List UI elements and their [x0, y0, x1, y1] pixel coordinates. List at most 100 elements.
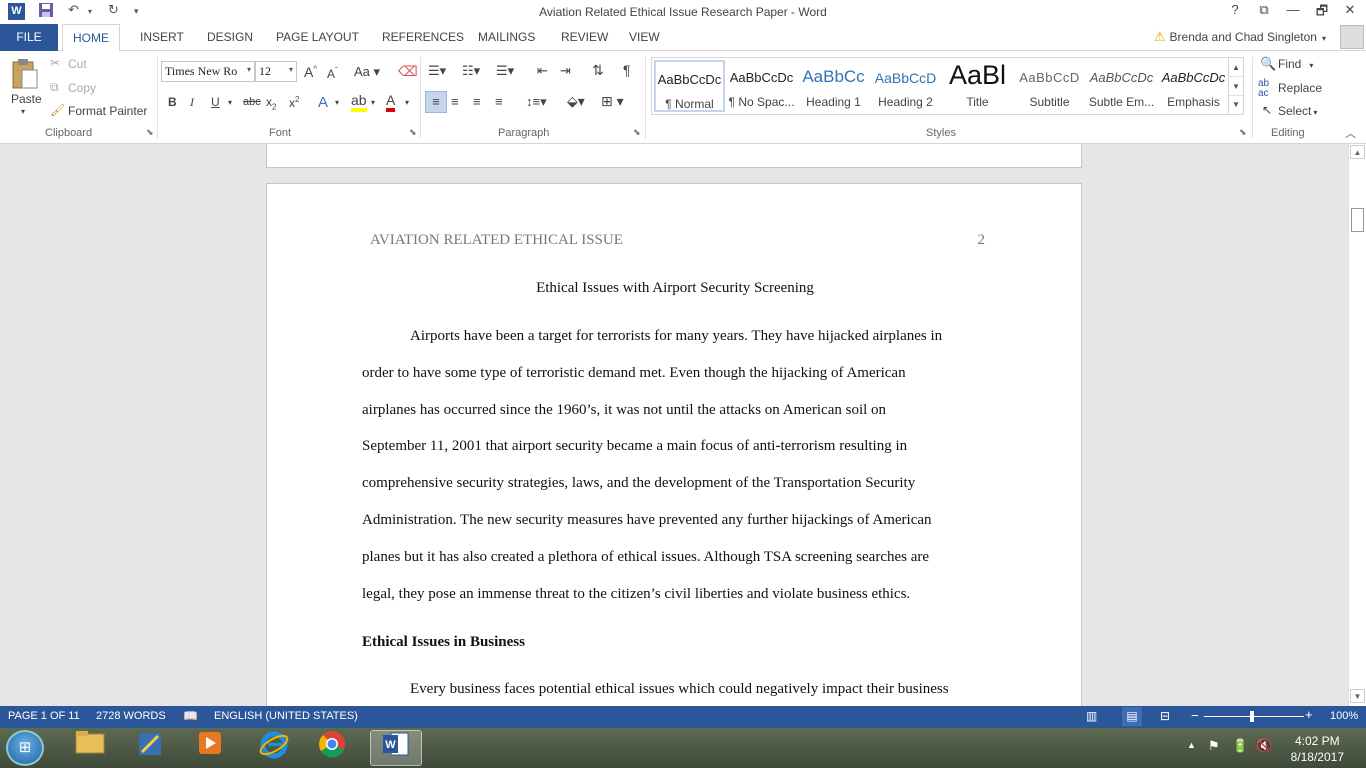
style-subtitle[interactable]: AaBbCcD Subtitle	[1014, 60, 1085, 112]
zoom-slider-thumb[interactable]	[1250, 711, 1254, 722]
tab-page-layout[interactable]: PAGE LAYOUT	[276, 30, 359, 44]
more-styles-icon[interactable]: ▼	[1229, 96, 1243, 114]
sort-icon[interactable]: ⇅	[592, 62, 604, 79]
power-icon[interactable]: 🔋	[1232, 738, 1248, 754]
file-explorer-icon[interactable]	[64, 730, 116, 766]
action-center-flag-icon[interactable]: ⚑	[1208, 738, 1220, 754]
style-title[interactable]: AaBl Title	[942, 60, 1013, 112]
style-normal[interactable]: AaBbCcDc ¶ Normal	[654, 60, 725, 112]
document-area[interactable]: AVIATION RELATED ETHICAL ISSUE 2 Ethical…	[0, 144, 1348, 706]
style-emphasis[interactable]: AaBbCcDc Emphasis	[1158, 60, 1229, 112]
zoom-slider-track[interactable]	[1204, 716, 1304, 717]
format-painter-button[interactable]: Format Painter	[68, 104, 147, 118]
shading-icon[interactable]: ⬙▾	[567, 93, 585, 110]
tab-insert[interactable]: INSERT	[140, 30, 184, 44]
paste-dropdown-icon[interactable]: ▾	[21, 107, 25, 116]
bold-button[interactable]: B	[168, 95, 177, 109]
copy-icon[interactable]: ⧉	[50, 80, 59, 95]
replace-button[interactable]: Replace	[1278, 81, 1322, 95]
styles-gallery-scroll[interactable]: ▲ ▼ ▼	[1228, 57, 1244, 115]
vertical-scrollbar[interactable]: ▲ ▼	[1348, 144, 1366, 706]
font-color-icon[interactable]: A	[386, 93, 396, 112]
select-button[interactable]: Select ▾	[1278, 104, 1317, 118]
highlight-icon[interactable]: ab	[351, 93, 367, 112]
clear-formatting-icon[interactable]: ⌫	[398, 63, 418, 80]
font-family-select[interactable]: Times New Ro ▾	[161, 61, 255, 82]
collapse-ribbon-icon[interactable]: ︿	[1345, 125, 1356, 141]
paste-button[interactable]: Paste	[11, 92, 42, 106]
grow-font-icon[interactable]: A^	[304, 64, 317, 80]
style-subtle-emphasis[interactable]: AaBbCcDc Subtle Em...	[1086, 60, 1157, 112]
scroll-down-icon[interactable]: ▼	[1350, 689, 1365, 703]
decrease-indent-icon[interactable]: ⇤	[537, 63, 548, 79]
bullets-icon[interactable]: ☰▾	[428, 63, 446, 79]
align-left-button[interactable]: ≡	[425, 91, 447, 113]
ribbon-display-options-button[interactable]: ⧉	[1250, 2, 1278, 18]
language-status[interactable]: ENGLISH (UNITED STATES)	[214, 710, 358, 722]
tab-references[interactable]: REFERENCES	[382, 30, 464, 44]
minimize-button[interactable]: —	[1279, 2, 1307, 17]
align-center-button[interactable]: ≡	[451, 94, 459, 109]
styles-launcher-icon[interactable]: ⬊	[1239, 127, 1247, 138]
app-icon[interactable]	[124, 730, 176, 766]
tab-mailings[interactable]: MAILINGS	[478, 30, 535, 44]
tab-file[interactable]: FILE	[0, 24, 58, 51]
zoom-out-button[interactable]: −	[1191, 708, 1199, 723]
chevron-up-icon[interactable]: ▲	[1229, 58, 1243, 77]
scroll-thumb[interactable]	[1351, 208, 1364, 232]
style-heading-1[interactable]: AaBbCc Heading 1	[798, 60, 869, 112]
replace-icon[interactable]: ab ac	[1258, 79, 1269, 99]
multilevel-list-icon[interactable]: ☰▾	[496, 63, 514, 79]
style-heading-2[interactable]: AaBbCcD Heading 2	[870, 60, 941, 112]
close-button[interactable]: ✕	[1336, 2, 1364, 18]
text-effects-dropdown-icon[interactable]: ▾	[335, 98, 339, 107]
show-hidden-icons-icon[interactable]: ▲	[1187, 740, 1196, 750]
borders-icon[interactable]: ⊞ ▾	[601, 93, 624, 110]
restore-button[interactable]: 🗗	[1308, 2, 1336, 24]
tab-home[interactable]: HOME	[62, 24, 120, 52]
line-spacing-icon[interactable]: ↕≡▾	[526, 94, 547, 110]
underline-dropdown-icon[interactable]: ▾	[228, 98, 232, 107]
proofing-icon[interactable]: 📖	[183, 709, 198, 723]
start-button[interactable]: ⊞	[6, 730, 44, 766]
tab-review[interactable]: REVIEW	[561, 30, 608, 44]
chevron-down-icon[interactable]: ▼	[1229, 77, 1243, 96]
tab-design[interactable]: DESIGN	[207, 30, 253, 44]
font-launcher-icon[interactable]: ⬊	[409, 127, 417, 138]
cut-button[interactable]: Cut	[68, 57, 87, 71]
word-taskbar-icon[interactable]: W	[370, 730, 422, 766]
underline-button[interactable]: U	[211, 95, 220, 109]
shrink-font-icon[interactable]: Aˇ	[327, 66, 338, 81]
avatar[interactable]	[1340, 25, 1364, 49]
change-case-icon[interactable]: Aa ▾	[354, 64, 380, 80]
show-formatting-marks-icon[interactable]: ¶	[623, 62, 631, 78]
copy-button[interactable]: Copy	[68, 81, 96, 95]
increase-indent-icon[interactable]: ⇥	[560, 63, 571, 79]
scroll-up-icon[interactable]: ▲	[1350, 145, 1365, 159]
page-count[interactable]: PAGE 1 OF 11	[8, 710, 80, 722]
word-count[interactable]: 2728 WORDS	[96, 710, 166, 722]
select-icon[interactable]: ↖	[1262, 103, 1272, 117]
media-player-icon[interactable]	[184, 730, 236, 766]
print-layout-icon[interactable]: ▤	[1122, 707, 1142, 726]
zoom-level[interactable]: 100%	[1330, 710, 1358, 722]
subscript-button[interactable]: x2	[266, 95, 276, 111]
format-painter-icon[interactable]: 🖌	[50, 103, 65, 117]
justify-button[interactable]: ≡	[495, 94, 503, 109]
font-color-dropdown-icon[interactable]: ▾	[405, 98, 409, 107]
read-mode-icon[interactable]: ▥	[1086, 709, 1097, 723]
text-effects-icon[interactable]: A	[318, 94, 328, 111]
strikethrough-button[interactable]: abc	[243, 96, 261, 108]
numbering-icon[interactable]: ☷▾	[462, 63, 480, 79]
chrome-icon[interactable]	[306, 730, 358, 766]
clipboard-launcher-icon[interactable]: ⬊	[146, 127, 154, 138]
superscript-button[interactable]: x2	[289, 95, 299, 110]
paragraph-launcher-icon[interactable]: ⬊	[633, 127, 641, 138]
volume-muted-icon[interactable]: 🔇	[1256, 738, 1272, 754]
tab-view[interactable]: VIEW	[629, 30, 660, 44]
internet-explorer-icon[interactable]	[248, 730, 300, 766]
paste-icon[interactable]	[10, 57, 40, 94]
find-button[interactable]: Find ▾	[1278, 57, 1313, 71]
web-layout-icon[interactable]: ⊟	[1160, 709, 1170, 723]
font-size-select[interactable]: 12 ▾	[255, 61, 297, 82]
